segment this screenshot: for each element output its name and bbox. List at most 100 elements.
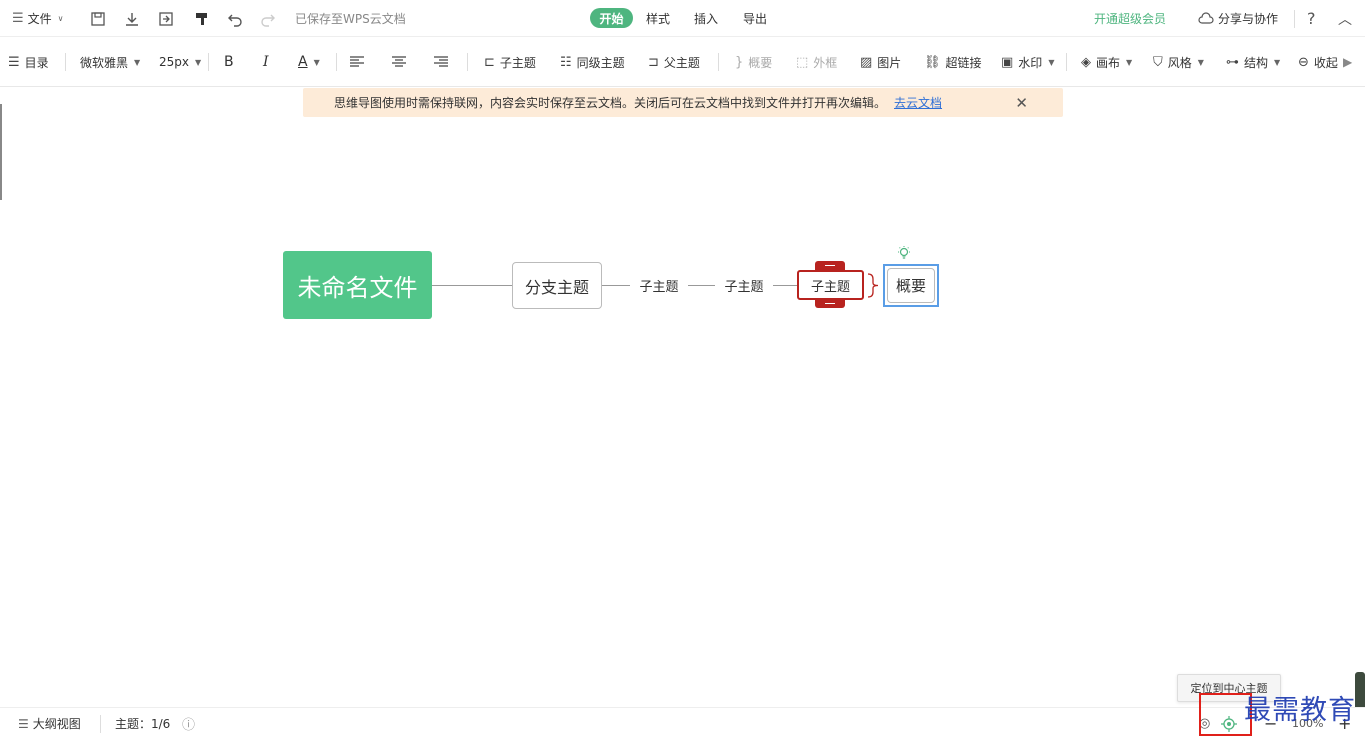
save-status: 已保存至WPS云文档: [295, 12, 406, 26]
export-icon: [159, 11, 173, 26]
topic-count: 主题：1/6: [115, 717, 171, 731]
add-sibling-topic-button[interactable]: ☷ 同级主题: [560, 37, 625, 87]
hyperlink-button[interactable]: ⛓ 超链接: [924, 37, 982, 87]
root-topic[interactable]: 未命名文件: [283, 251, 432, 319]
format-painter-button[interactable]: [194, 0, 210, 37]
structure-label: 结构: [1244, 55, 1269, 70]
left-edge-handle[interactable]: [0, 104, 2, 200]
align-left-icon: [350, 56, 364, 67]
drag-handle-top[interactable]: [815, 261, 845, 270]
undo-icon: [228, 14, 242, 27]
connector-line: [688, 285, 715, 286]
watermark-icon: ▣: [1001, 54, 1014, 70]
align-center-button[interactable]: [392, 37, 406, 87]
divider: [100, 715, 101, 733]
close-icon[interactable]: ✕: [1015, 94, 1028, 112]
toolbar-scroll-right[interactable]: ▶: [1343, 37, 1352, 87]
bold-button[interactable]: B: [224, 37, 234, 87]
top-bar: ☰ 文件 ∨ 已保存至WPS云文档 开始 样式 插入 导出 开通超级会员 分享与…: [0, 0, 1365, 37]
shirt-icon: ⛉: [1153, 54, 1163, 70]
watermark-button[interactable]: ▣ 水印 ▼: [1001, 37, 1054, 87]
watermark-label: 水印: [1018, 55, 1043, 70]
file-menu-label: 文件: [27, 12, 52, 26]
export-button[interactable]: [158, 0, 174, 37]
format-painter-icon: [196, 12, 207, 25]
sibling-topic-icon: ☷: [560, 54, 572, 70]
help-button[interactable]: ?: [1307, 0, 1316, 37]
status-bar: ☰ 大纲视图 主题：1/6 ⓘ ◎ − 100% +: [0, 707, 1365, 738]
tab-style[interactable]: 样式: [640, 8, 676, 28]
hyperlink-label: 超链接: [945, 55, 982, 70]
collapse-label: 收起: [1313, 55, 1338, 70]
outline-view-button[interactable]: ☰ 大纲视图: [18, 708, 81, 739]
help-circle-icon[interactable]: ⓘ: [182, 708, 195, 739]
add-parent-topic-button[interactable]: ⊐ 父主题: [648, 37, 700, 87]
save-button[interactable]: [90, 0, 106, 37]
frame-icon: ⬚: [796, 54, 809, 70]
outline-button[interactable]: ☰ 目录: [8, 37, 49, 87]
summary-brace-icon: [867, 273, 879, 298]
divider: [718, 53, 719, 71]
connector-line: [432, 285, 512, 286]
align-left-button[interactable]: [350, 37, 364, 87]
child-topic[interactable]: 子主题: [715, 272, 773, 298]
font-family-select[interactable]: 微软雅黑 ▼: [80, 37, 140, 87]
outline-label: 目录: [24, 55, 49, 70]
structure-icon: ⊶: [1226, 54, 1239, 70]
child-topic-label: 子主题: [499, 55, 536, 70]
summary-topic[interactable]: 概要: [887, 268, 935, 303]
italic-button[interactable]: I: [263, 37, 269, 87]
share-label: 分享与协作: [1218, 12, 1279, 26]
hamburger-icon: ☰: [12, 11, 24, 26]
child-topic[interactable]: 子主题: [630, 272, 688, 298]
notice-message: 思维导图使用时需保持联网，内容会实时保存至云文档。关闭后可在云文档中找到文件并打…: [334, 96, 887, 110]
download-icon: [126, 12, 138, 26]
share-button[interactable]: 分享与协作: [1198, 0, 1278, 37]
font-size-value: 25px: [159, 55, 189, 69]
redo-button[interactable]: [260, 0, 276, 37]
chevron-down-icon: ∨: [57, 14, 64, 23]
cloud-share-icon: [1198, 11, 1214, 24]
summary-button[interactable]: } 概要: [735, 37, 772, 87]
image-button[interactable]: ▨ 图片: [860, 37, 901, 87]
list-icon: ☰: [18, 716, 29, 731]
download-button[interactable]: [124, 0, 140, 37]
caret-right-icon: ▶: [1343, 55, 1353, 69]
collapse-topbar-button[interactable]: ︿: [1338, 0, 1352, 37]
font-size-select[interactable]: 25px ▼: [159, 37, 201, 87]
divider: [336, 53, 337, 71]
branch-topic[interactable]: 分支主题: [512, 262, 602, 309]
selected-child-topic[interactable]: 子主题: [797, 270, 864, 300]
structure-button[interactable]: ⊶ 结构 ▼: [1226, 37, 1280, 87]
divider: [208, 53, 209, 71]
redo-icon: [261, 14, 275, 27]
image-icon: ▨: [860, 54, 873, 70]
align-center-icon: [392, 56, 406, 67]
canvas-button[interactable]: ◈ 画布 ▼: [1081, 37, 1132, 87]
link-icon: ⛓: [924, 54, 941, 70]
save-icon: [91, 11, 105, 26]
caret-down-icon: ▼: [313, 57, 320, 67]
connector-line: [602, 285, 630, 286]
tab-export[interactable]: 导出: [737, 8, 773, 28]
tab-insert[interactable]: 插入: [688, 8, 724, 28]
collapse-button[interactable]: ⊖ 收起: [1298, 37, 1340, 87]
align-right-button[interactable]: [434, 37, 448, 87]
canvas-label: 画布: [1096, 55, 1121, 70]
style-button[interactable]: ⛉ 风格 ▼: [1153, 37, 1204, 87]
font-color-button[interactable]: A ▼: [298, 37, 320, 87]
lightbulb-icon[interactable]: [896, 245, 912, 261]
collapse-circle-icon: ⊖: [1298, 54, 1309, 70]
tab-start[interactable]: 开始: [590, 8, 633, 28]
outline-view-label: 大纲视图: [32, 717, 81, 731]
drag-handle-bottom[interactable]: [815, 299, 845, 308]
go-cloud-doc-link[interactable]: 去云文档: [894, 94, 942, 111]
frame-label: 外框: [813, 55, 838, 70]
file-menu[interactable]: ☰ 文件 ∨: [12, 0, 64, 37]
divider: [1066, 53, 1067, 71]
vip-button[interactable]: 开通超级会员: [1094, 0, 1166, 37]
frame-button[interactable]: ⬚ 外框: [796, 37, 837, 87]
undo-button[interactable]: [227, 0, 243, 37]
add-child-topic-button[interactable]: ⊏ 子主题: [484, 37, 536, 87]
style-label: 风格: [1167, 55, 1192, 70]
